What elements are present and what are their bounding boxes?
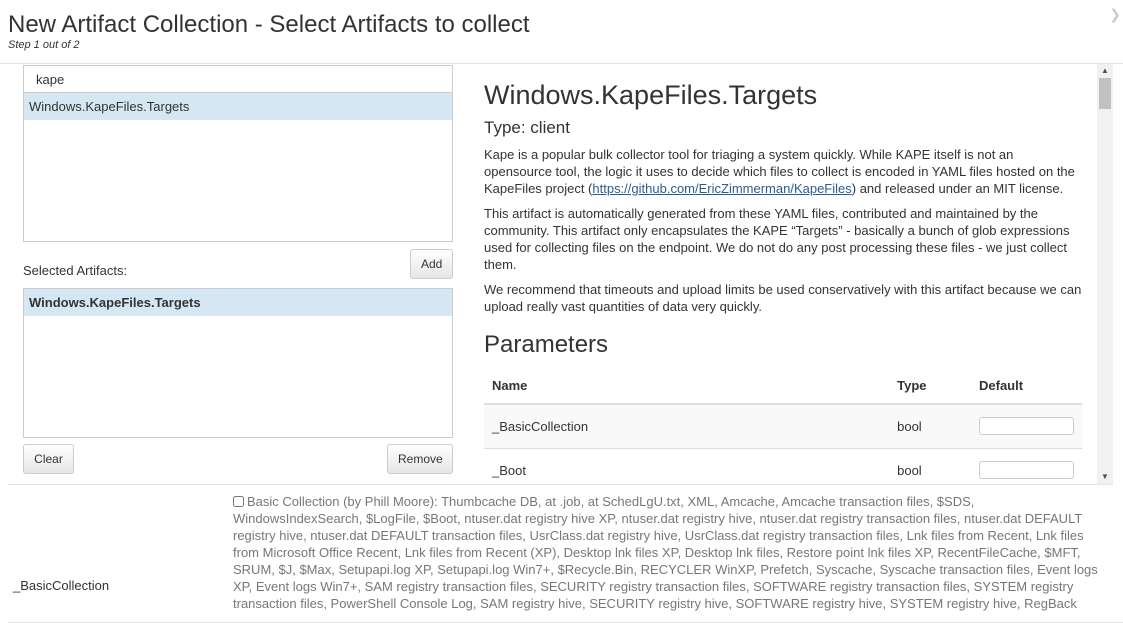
artifact-description-pane[interactable]: Windows.KapeFiles.Targets Type: client K… — [470, 64, 1113, 484]
list-item[interactable]: Windows.KapeFiles.Targets — [24, 289, 452, 316]
parameters-heading: Parameters — [484, 331, 609, 358]
basic-collection-checkbox[interactable] — [233, 496, 244, 507]
description-text: ) and released under an MIT license. — [851, 181, 1064, 196]
artifact-title: Windows.KapeFiles.Targets — [484, 80, 818, 110]
dialog-header: New Artifact Collection - Select Artifac… — [0, 0, 1123, 64]
description-paragraph: We recommend that timeouts and upload li… — [484, 282, 1082, 314]
param-type-cell: bool — [889, 447, 971, 484]
param-default-cell — [971, 447, 1082, 484]
param-description: Basic Collection (by Phill Moore): Thumb… — [233, 494, 1098, 611]
scrollbar-thumb[interactable] — [1099, 78, 1111, 109]
add-button[interactable]: Add — [410, 249, 453, 279]
scroll-down-arrow-icon[interactable]: ▼ — [1097, 472, 1113, 482]
list-item[interactable]: Windows.KapeFiles.Targets — [24, 93, 452, 120]
bottom-param-name: _BasicCollection — [13, 578, 110, 593]
column-header-name: Name — [484, 373, 890, 405]
dialog-title: New Artifact Collection - Select Artifac… — [8, 11, 530, 38]
table-row: _Boot bool — [484, 447, 1082, 484]
default-value-input[interactable] — [979, 417, 1074, 436]
artifact-selector: Windows.KapeFiles.Targets Add Selected A… — [23, 64, 453, 484]
clear-button[interactable]: Clear — [23, 444, 74, 474]
artifact-search-input[interactable] — [23, 65, 453, 93]
scroll-up-arrow-icon[interactable]: ▲ — [1097, 66, 1113, 76]
table-row: _BasicCollection bool — [484, 403, 1082, 448]
parameters-table: Name Type Default _BasicCollection bool … — [484, 373, 1082, 484]
column-header-default: Default — [971, 373, 1082, 405]
param-name-cell: _Boot — [484, 447, 890, 484]
param-type-cell: bool — [889, 403, 971, 448]
selected-artifacts-label: Selected Artifacts: — [23, 263, 128, 278]
artifact-type: Type: client — [484, 118, 570, 137]
param-default-cell — [971, 403, 1082, 448]
default-value-input[interactable] — [979, 461, 1074, 480]
param-option: Basic Collection (by Phill Moore): Thumb… — [233, 493, 1103, 612]
available-artifacts-list[interactable]: Windows.KapeFiles.Targets — [23, 92, 453, 242]
divider — [8, 484, 1113, 485]
chevron-right-icon[interactable]: ❯ — [1109, 6, 1121, 23]
divider — [8, 622, 1123, 623]
description-paragraph: This artifact is automatically generated… — [484, 206, 1070, 272]
kapefiles-link[interactable]: https://github.com/EricZimmerman/KapeFil… — [592, 181, 851, 196]
description-paragraph: Kape is a popular bulk collector tool fo… — [484, 146, 1082, 197]
selected-artifacts-list[interactable]: Windows.KapeFiles.Targets — [23, 288, 453, 438]
remove-button[interactable]: Remove — [387, 444, 453, 474]
step-indicator: Step 1 out of 2 — [8, 39, 80, 51]
column-header-type: Type — [889, 373, 971, 405]
param-name-cell: _BasicCollection — [484, 403, 890, 448]
description-scrollbar[interactable]: ▲ ▼ — [1097, 64, 1113, 484]
table-header-row: Name Type Default — [484, 373, 1082, 405]
